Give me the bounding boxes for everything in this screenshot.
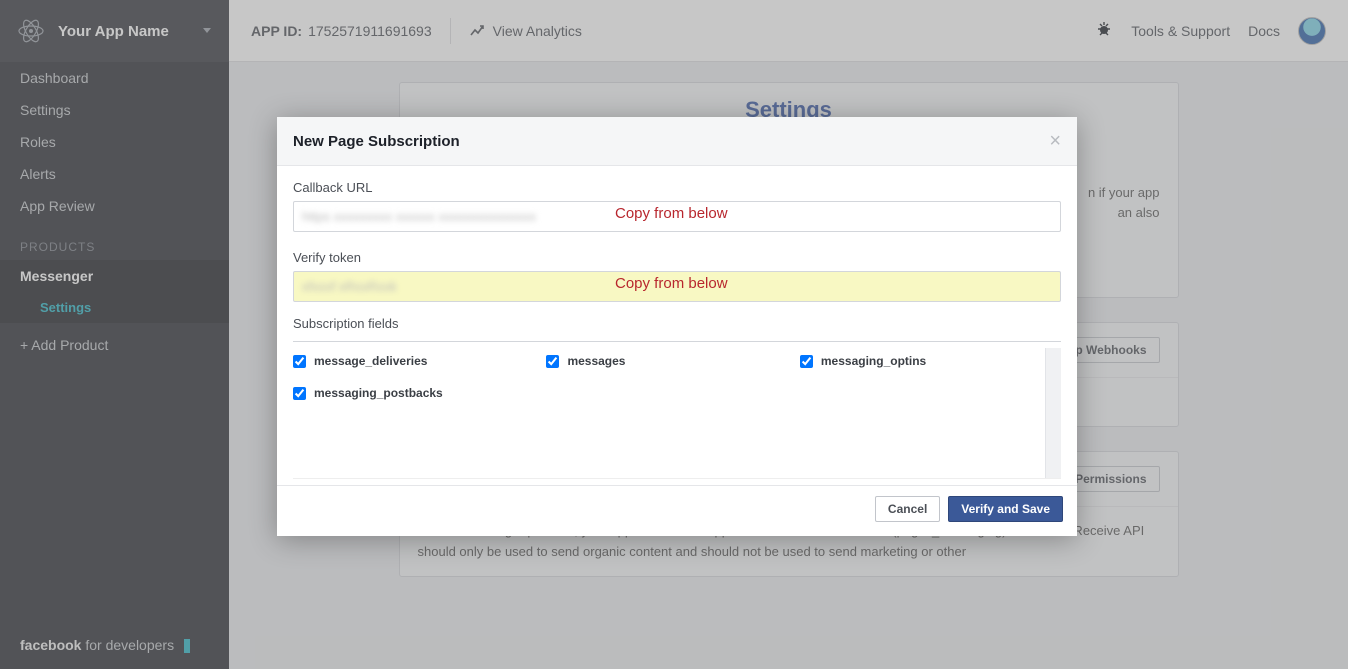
verify-token-value-blurred: xfxxxf xRxxRxxk — [302, 279, 397, 294]
checkbox-messages[interactable] — [546, 355, 559, 368]
check-messaging-optins[interactable]: messaging_optins — [800, 354, 1053, 368]
checkbox-messaging-optins[interactable] — [800, 355, 813, 368]
modal-header: New Page Subscription × — [277, 117, 1077, 166]
new-page-subscription-modal: New Page Subscription × Callback URL htt… — [277, 117, 1077, 536]
verify-token-input[interactable]: xfxxxf xRxxRxxk — [293, 271, 1061, 302]
check-messages[interactable]: messages — [546, 354, 799, 368]
check-label: messaging_postbacks — [314, 386, 443, 400]
checkbox-message-deliveries[interactable] — [293, 355, 306, 368]
check-label: messages — [567, 354, 625, 368]
callback-url-value-blurred: https xxxxxxxxx xxxxxx xxxxxxxxxxxxxxx — [302, 209, 536, 224]
cancel-button[interactable]: Cancel — [875, 496, 940, 522]
subscription-fields-list: message_deliveries messages messaging_op… — [293, 348, 1061, 479]
scrollbar[interactable] — [1045, 348, 1061, 478]
check-label: messaging_optins — [821, 354, 926, 368]
check-messaging-postbacks[interactable]: messaging_postbacks — [293, 386, 546, 400]
callback-url-input[interactable]: https xxxxxxxxx xxxxxx xxxxxxxxxxxxxxx — [293, 201, 1061, 232]
subscription-fields-label: Subscription fields — [293, 316, 1061, 331]
verify-token-label: Verify token — [293, 250, 1061, 265]
callback-url-label: Callback URL — [293, 180, 1061, 195]
check-label: message_deliveries — [314, 354, 427, 368]
close-icon[interactable]: × — [1049, 131, 1061, 151]
verify-and-save-button[interactable]: Verify and Save — [948, 496, 1063, 522]
check-message-deliveries[interactable]: message_deliveries — [293, 354, 546, 368]
checkbox-messaging-postbacks[interactable] — [293, 387, 306, 400]
modal-footer: Cancel Verify and Save — [277, 485, 1077, 536]
modal-title: New Page Subscription — [293, 133, 460, 150]
